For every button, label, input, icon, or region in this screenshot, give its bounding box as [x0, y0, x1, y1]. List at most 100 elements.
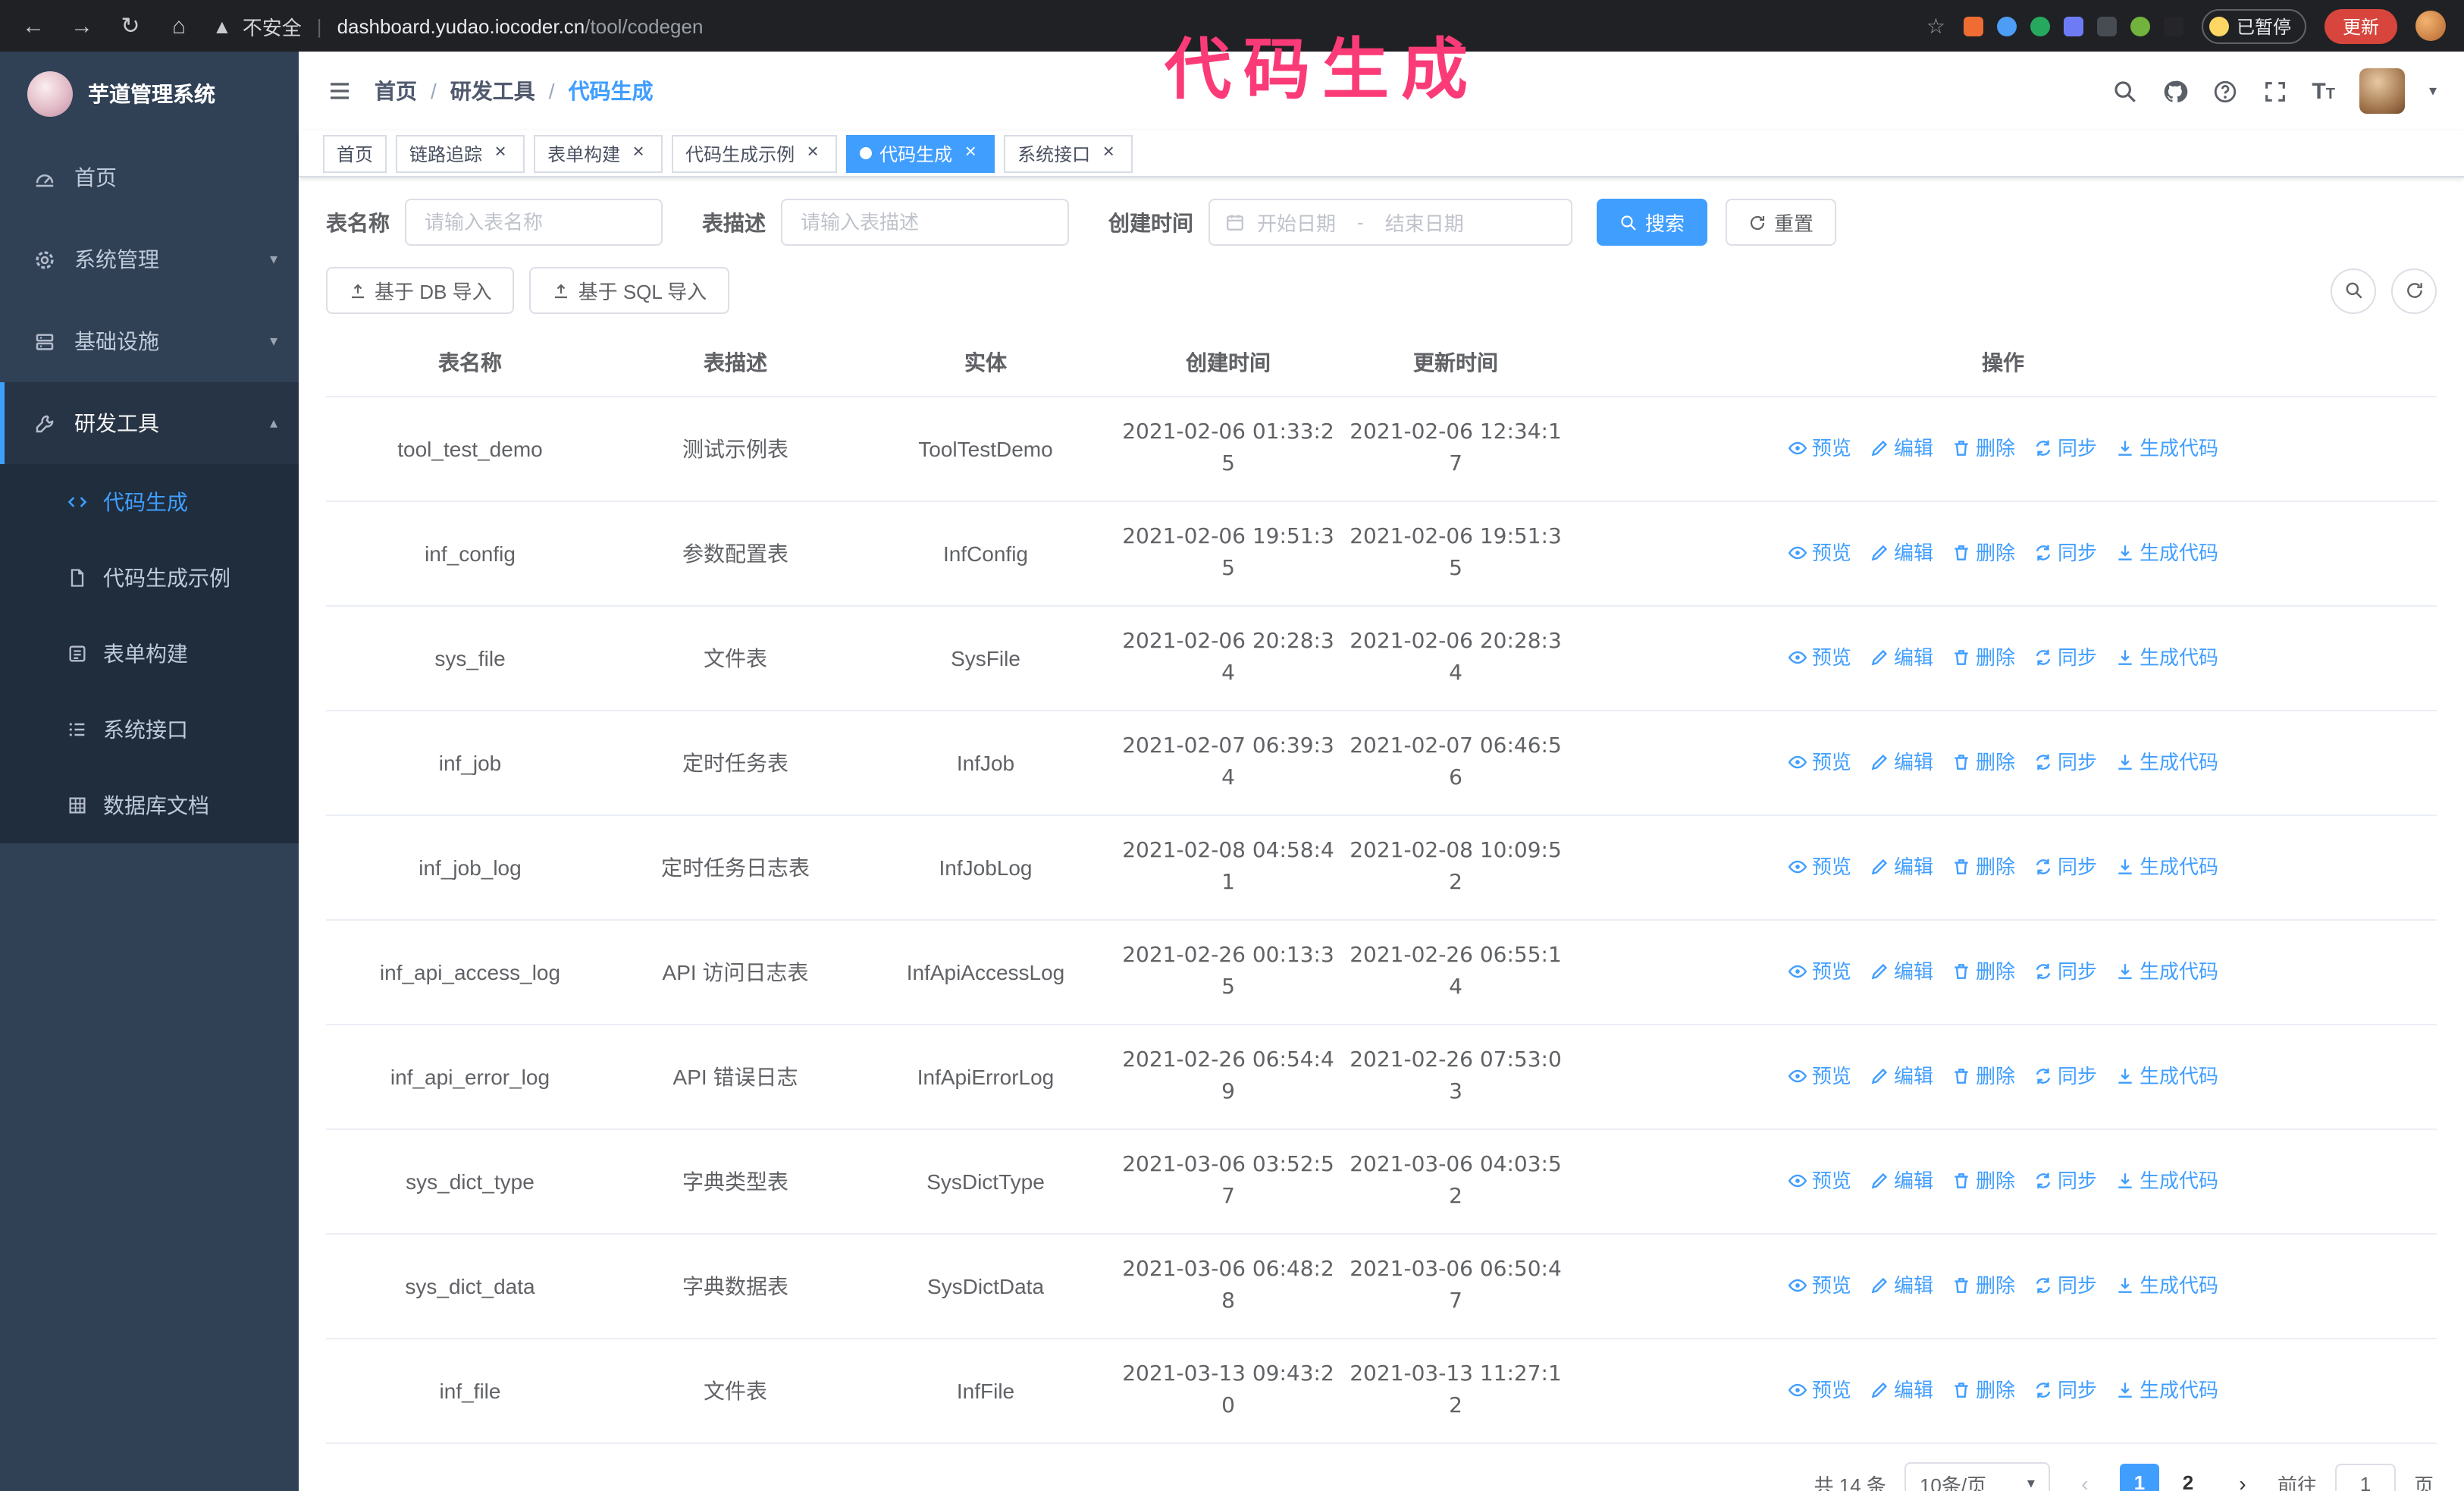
preview-action[interactable]: 预览 [1788, 432, 1851, 463]
sync-action[interactable]: 同步 [2033, 536, 2097, 568]
edit-action[interactable]: 编辑 [1870, 432, 1933, 463]
sidebar-item-system-api[interactable]: 系统接口 [0, 692, 299, 767]
generate-code-action[interactable]: 生成代码 [2115, 746, 2218, 777]
sync-action[interactable]: 同步 [2033, 1164, 2097, 1196]
preview-action[interactable]: 预览 [1788, 1269, 1851, 1301]
edit-action[interactable]: 编辑 [1870, 850, 1933, 882]
browser-profile-avatar[interactable] [2415, 11, 2446, 41]
fullscreen-icon[interactable] [2262, 78, 2287, 104]
browser-update-button[interactable]: 更新 [2324, 8, 2397, 43]
edit-action[interactable]: 编辑 [1870, 1373, 1933, 1405]
tab-系统接口[interactable]: 系统接口 × [1004, 134, 1133, 172]
generate-code-action[interactable]: 生成代码 [2115, 1059, 2218, 1091]
prev-page-button[interactable]: ‹ [2068, 1471, 2102, 1491]
close-tab-icon[interactable]: × [802, 141, 823, 164]
close-tab-icon[interactable]: × [960, 141, 981, 164]
delete-action[interactable]: 删除 [1951, 432, 2015, 463]
generate-code-action[interactable]: 生成代码 [2115, 432, 2218, 463]
avatar-caret-icon[interactable]: ▾ [2429, 83, 2437, 99]
close-tab-icon[interactable]: × [628, 141, 649, 164]
github-icon[interactable] [2161, 78, 2187, 104]
sidebar-item-form-builder[interactable]: 表单构建 [0, 616, 299, 692]
delete-action[interactable]: 删除 [1951, 536, 2015, 568]
preview-action[interactable]: 预览 [1788, 955, 1851, 987]
preview-action[interactable]: 预览 [1788, 641, 1851, 673]
preview-action[interactable]: 预览 [1788, 1373, 1851, 1405]
help-icon[interactable] [2212, 78, 2237, 104]
bookmark-star-icon[interactable]: ☆ [1926, 13, 1945, 39]
delete-action[interactable]: 删除 [1951, 1269, 2015, 1301]
extension-icon-7[interactable] [2163, 16, 2183, 36]
delete-action[interactable]: 删除 [1951, 746, 2015, 777]
generate-code-action[interactable]: 生成代码 [2115, 955, 2218, 987]
tab-表单构建[interactable]: 表单构建 × [534, 134, 663, 172]
generate-code-action[interactable]: 生成代码 [2115, 536, 2218, 568]
delete-action[interactable]: 删除 [1951, 850, 2015, 882]
sidebar-item-system-management[interactable]: 系统管理 ▾ [0, 218, 299, 300]
close-tab-icon[interactable]: × [490, 141, 511, 164]
sync-action[interactable]: 同步 [2033, 1059, 2097, 1091]
sync-action[interactable]: 同步 [2033, 432, 2097, 463]
delete-action[interactable]: 删除 [1951, 1373, 2015, 1405]
edit-action[interactable]: 编辑 [1870, 955, 1933, 987]
extension-icon-6[interactable] [2130, 16, 2150, 36]
page-size-select[interactable]: 10条/页 ▾ [1904, 1462, 2050, 1491]
delete-action[interactable]: 删除 [1951, 1164, 2015, 1196]
generate-code-action[interactable]: 生成代码 [2115, 1164, 2218, 1196]
edit-action[interactable]: 编辑 [1870, 1059, 1933, 1091]
sync-action[interactable]: 同步 [2033, 955, 2097, 987]
extension-icon-3[interactable] [2030, 16, 2050, 36]
extension-icon-2[interactable] [1996, 16, 2017, 36]
table-desc-input[interactable] [781, 199, 1069, 246]
tab-链路追踪[interactable]: 链路追踪 × [396, 134, 525, 172]
sidebar-item-dev-tools[interactable]: 研发工具 ▴ [0, 382, 299, 464]
tab-首页[interactable]: 首页 [323, 134, 387, 172]
table-name-input[interactable] [405, 199, 663, 246]
edit-action[interactable]: 编辑 [1870, 746, 1933, 777]
page-button-2[interactable]: 2 [2168, 1464, 2208, 1491]
reset-button[interactable]: 重置 [1726, 199, 1837, 246]
sidebar-item-infrastructure[interactable]: 基础设施 ▾ [0, 300, 299, 382]
sidebar-item-code-generation[interactable]: 代码生成 [0, 464, 299, 540]
extension-icon-4[interactable] [2063, 16, 2083, 36]
home-icon[interactable]: ⌂ [164, 13, 194, 39]
sidebar-item-db-docs[interactable]: 数据库文档 [0, 767, 299, 843]
preview-action[interactable]: 预览 [1788, 536, 1851, 568]
edit-action[interactable]: 编辑 [1870, 1269, 1933, 1301]
reload-icon[interactable]: ↻ [115, 12, 146, 39]
generate-code-action[interactable]: 生成代码 [2115, 1373, 2218, 1405]
preview-action[interactable]: 预览 [1788, 850, 1851, 882]
sync-action[interactable]: 同步 [2033, 1373, 2097, 1405]
sync-action[interactable]: 同步 [2033, 850, 2097, 882]
extension-icon-5[interactable] [2096, 16, 2117, 36]
goto-page-input[interactable] [2334, 1464, 2396, 1491]
edit-action[interactable]: 编辑 [1870, 1164, 1933, 1196]
paused-extension-badge[interactable]: 已暂停 [2201, 8, 2306, 43]
breadcrumb-home[interactable]: 首页 [375, 76, 417, 106]
import-sql-button[interactable]: 基于 SQL 导入 [529, 267, 730, 314]
generate-code-action[interactable]: 生成代码 [2115, 1269, 2218, 1301]
sidebar-item-home[interactable]: 首页 [0, 137, 299, 218]
forward-icon[interactable]: → [67, 13, 97, 39]
edit-action[interactable]: 编辑 [1870, 641, 1933, 673]
hamburger-icon[interactable] [326, 77, 353, 105]
tab-代码生成[interactable]: 代码生成 × [846, 134, 995, 172]
sidebar-item-codegen-example[interactable]: 代码生成示例 [0, 540, 299, 616]
next-page-button[interactable]: › [2226, 1471, 2259, 1491]
import-db-button[interactable]: 基于 DB 导入 [326, 267, 515, 314]
preview-action[interactable]: 预览 [1788, 1164, 1851, 1196]
edit-action[interactable]: 编辑 [1870, 536, 1933, 568]
page-button-1[interactable]: 1 [2119, 1464, 2159, 1491]
font-size-icon[interactable]: TT [2312, 78, 2335, 104]
sync-action[interactable]: 同步 [2033, 1269, 2097, 1301]
tab-代码生成示例[interactable]: 代码生成示例 × [672, 134, 838, 172]
delete-action[interactable]: 删除 [1951, 955, 2015, 987]
app-logo[interactable]: 芋道管理系统 [0, 52, 299, 137]
toggle-search-button[interactable] [2331, 268, 2376, 313]
delete-action[interactable]: 删除 [1951, 1059, 2015, 1091]
preview-action[interactable]: 预览 [1788, 1059, 1851, 1091]
generate-code-action[interactable]: 生成代码 [2115, 850, 2218, 882]
search-button[interactable]: 搜索 [1597, 199, 1708, 246]
search-icon[interactable] [2111, 78, 2137, 104]
user-avatar[interactable] [2359, 68, 2405, 114]
